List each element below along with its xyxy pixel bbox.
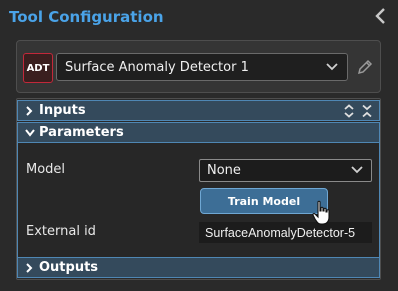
external-id-input[interactable]: [199, 222, 372, 243]
expand-vertical-icon[interactable]: [343, 104, 355, 118]
chevron-down-icon: [25, 129, 35, 137]
tool-select-dropdown[interactable]: Surface Anomaly Detector 1: [56, 53, 348, 81]
chevron-right-icon: [26, 106, 33, 116]
tool-type-badge: ADT: [23, 53, 53, 83]
outputs-section-label: Outputs: [39, 260, 99, 275]
collapse-panel-button[interactable]: [372, 6, 390, 26]
parameters-section-header[interactable]: Parameters: [17, 122, 380, 143]
edit-tool-button[interactable]: [356, 58, 374, 80]
model-select-dropdown[interactable]: None: [199, 159, 372, 182]
tool-select-value: Surface Anomaly Detector 1: [65, 60, 249, 75]
panel-title: Tool Configuration: [9, 8, 164, 26]
train-model-button[interactable]: Train Model: [200, 188, 328, 214]
inputs-section-header[interactable]: Inputs: [17, 100, 380, 121]
parameters-section-label: Parameters: [39, 125, 124, 140]
chevron-down-icon: [351, 166, 363, 174]
chevron-right-icon: [26, 263, 33, 273]
collapse-vertical-icon[interactable]: [361, 104, 373, 118]
chevron-left-icon: [375, 8, 385, 24]
external-id-label: External id: [26, 224, 96, 239]
outputs-section-header[interactable]: Outputs: [17, 257, 380, 278]
tool-selector-box: ADT Surface Anomaly Detector 1: [16, 40, 381, 93]
hand-pointer-icon: [312, 200, 330, 225]
model-label: Model: [26, 162, 66, 177]
model-select-value: None: [207, 163, 241, 178]
panel-header: Tool Configuration: [0, 0, 398, 34]
pencil-icon: [357, 59, 373, 75]
chevron-down-icon: [326, 63, 338, 71]
inputs-section-label: Inputs: [39, 103, 86, 118]
